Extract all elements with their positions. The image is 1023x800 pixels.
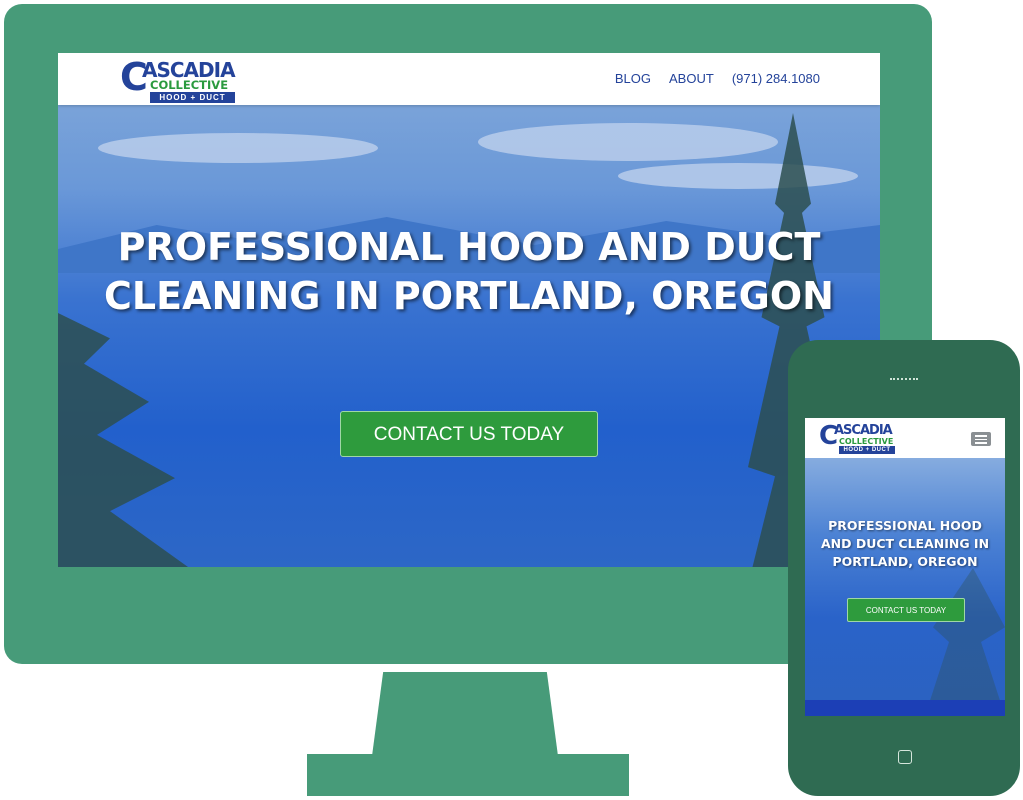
hamburger-icon[interactable] [971, 432, 991, 446]
cloud [618, 163, 858, 189]
logo-tag: HOOD + DUCT [150, 92, 235, 103]
logo-name: ASCADIA [834, 423, 893, 438]
contact-us-button[interactable]: CONTACT US TODAY [340, 411, 598, 457]
mobile-footer-bar [805, 700, 1005, 716]
mobile-contact-us-button[interactable]: CONTACT US TODAY [847, 598, 965, 622]
mobile-screen: C ASCADIA COLLECTIVE HOOD + DUCT PROFESS… [805, 418, 1005, 716]
monitor-base [307, 754, 629, 796]
cloud [478, 123, 778, 161]
hero-title: PROFESSIONAL HOOD AND DUCT CLEANING IN P… [104, 225, 834, 318]
mobile-hero-title: PROFESSIONAL HOOD AND DUCT CLEANING IN P… [820, 518, 990, 569]
logo-tag: HOOD + DUCT [839, 446, 895, 454]
main-nav: BLOG ABOUT (971) 284.1080 [615, 71, 820, 87]
site-header: C ASCADIA COLLECTIVE HOOD + DUCT BLOG AB… [58, 53, 880, 105]
desktop-screen: C ASCADIA COLLECTIVE HOOD + DUCT BLOG AB… [58, 53, 880, 567]
cloud [98, 133, 378, 163]
brand-logo[interactable]: C ASCADIA COLLECTIVE HOOD + DUCT [120, 57, 240, 103]
nav-about[interactable]: ABOUT [669, 71, 714, 87]
phone-speaker [890, 378, 918, 382]
mobile-header: C ASCADIA COLLECTIVE HOOD + DUCT [805, 418, 1005, 458]
nav-blog[interactable]: BLOG [615, 71, 651, 87]
mobile-brand-logo[interactable]: C ASCADIA COLLECTIVE HOOD + DUCT [819, 422, 899, 454]
nav-phone[interactable]: (971) 284.1080 [732, 71, 820, 87]
logo-name: ASCADIA [142, 58, 236, 82]
logo-sub: COLLECTIVE [150, 78, 229, 92]
home-button-icon [898, 750, 912, 764]
logo-sub: COLLECTIVE [839, 437, 894, 446]
monitor-neck [372, 672, 558, 756]
